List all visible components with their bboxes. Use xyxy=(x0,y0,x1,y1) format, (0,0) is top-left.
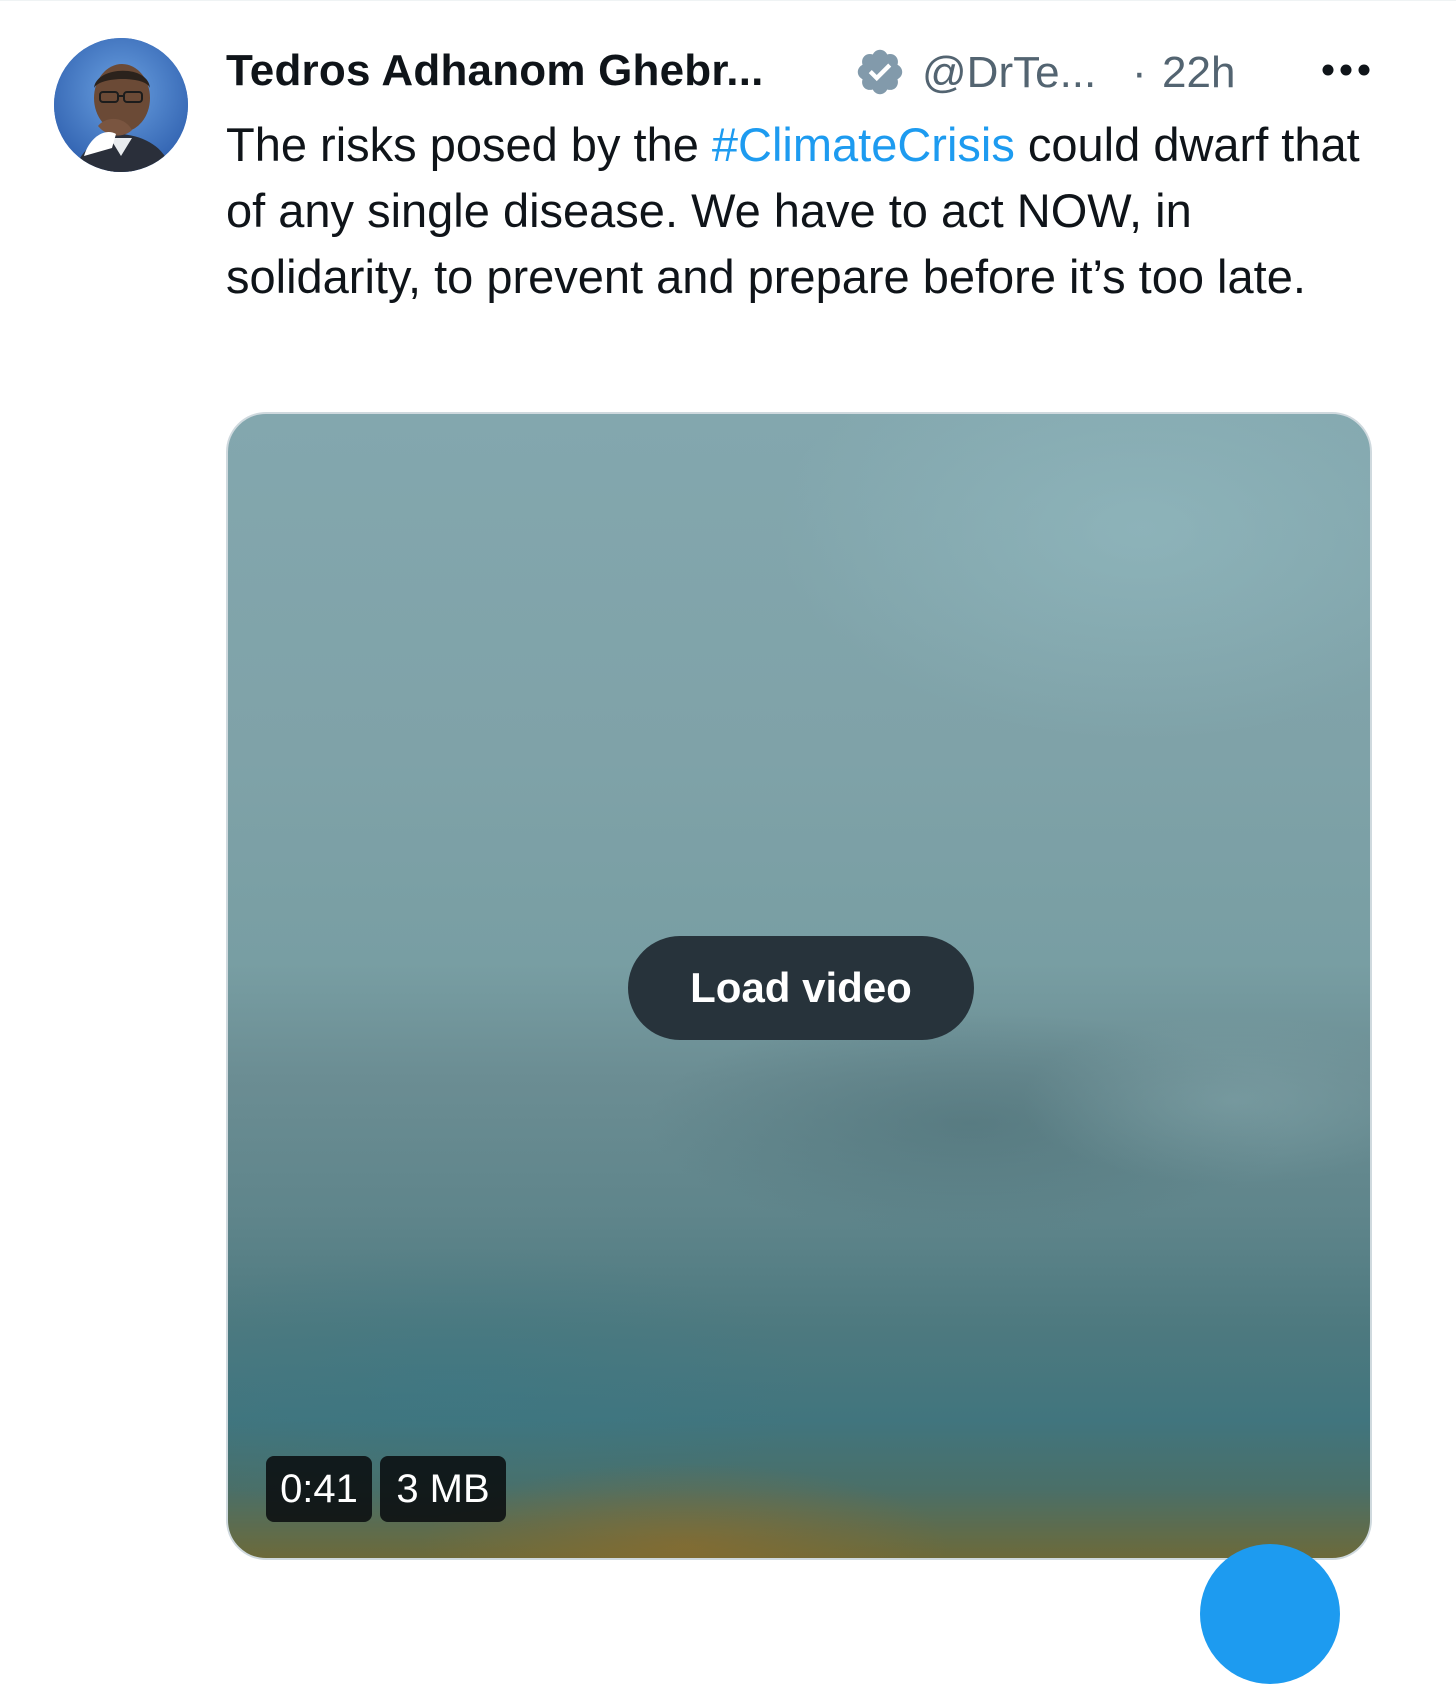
load-video-button[interactable]: Load video xyxy=(628,936,974,1040)
video-media-card[interactable]: Load video 0:41 3 MB xyxy=(226,412,1372,1560)
tweet-text-before: The risks posed by the xyxy=(226,118,712,171)
more-options-button[interactable] xyxy=(1310,44,1382,96)
author-avatar[interactable] xyxy=(54,38,188,172)
author-handle[interactable]: @DrTe... xyxy=(922,48,1096,98)
tweet-text: The risks posed by the #ClimateCrisis co… xyxy=(226,112,1366,310)
tweet-timestamp[interactable]: 22h xyxy=(1162,48,1235,98)
author-display-name[interactable]: Tedros Adhanom Ghebr... xyxy=(226,46,764,96)
compose-button[interactable] xyxy=(1200,1544,1340,1684)
separator-dot: · xyxy=(1132,48,1147,97)
avatar-portrait xyxy=(54,38,188,172)
verified-badge-icon xyxy=(854,46,906,98)
top-divider xyxy=(0,0,1456,1)
tweet-header: Tedros Adhanom Ghebr... @DrTe... · 22h xyxy=(226,38,1386,104)
video-duration-badge: 0:41 xyxy=(266,1456,372,1522)
more-horizontal-icon xyxy=(1322,64,1370,76)
hashtag-link[interactable]: #ClimateCrisis xyxy=(712,118,1015,171)
video-size-badge: 3 MB xyxy=(380,1456,506,1522)
